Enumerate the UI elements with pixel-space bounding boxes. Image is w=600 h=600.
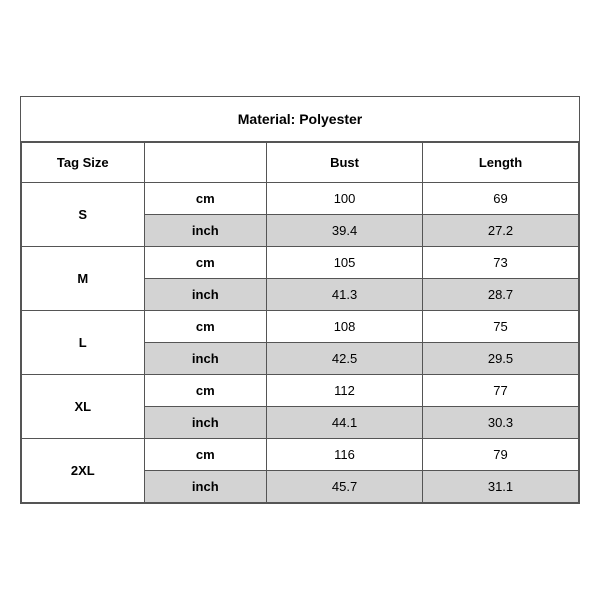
table-header-row: Tag Size Bust Length <box>22 143 579 183</box>
unit-inch: inch <box>144 343 267 375</box>
size-tag-s: S <box>22 183 145 247</box>
size-tag-2xl: 2XL <box>22 439 145 503</box>
header-unit <box>144 143 267 183</box>
unit-inch: inch <box>144 407 267 439</box>
cm-length-value: 79 <box>423 439 579 471</box>
header-length: Length <box>423 143 579 183</box>
table-row: 2XLcm11679 <box>22 439 579 471</box>
size-chart: Material: Polyester Tag Size Bust Length… <box>20 96 580 504</box>
inch-length-value: 30.3 <box>423 407 579 439</box>
table-row: Scm10069 <box>22 183 579 215</box>
title-text: Material: Polyester <box>238 111 363 127</box>
unit-cm: cm <box>144 247 267 279</box>
inch-bust-value: 44.1 <box>267 407 423 439</box>
inch-length-value: 29.5 <box>423 343 579 375</box>
size-tag-m: M <box>22 247 145 311</box>
unit-inch: inch <box>144 279 267 311</box>
inch-bust-value: 45.7 <box>267 471 423 503</box>
cm-length-value: 73 <box>423 247 579 279</box>
unit-inch: inch <box>144 215 267 247</box>
cm-bust-value: 100 <box>267 183 423 215</box>
size-tag-l: L <box>22 311 145 375</box>
unit-cm: cm <box>144 439 267 471</box>
unit-cm: cm <box>144 183 267 215</box>
cm-bust-value: 108 <box>267 311 423 343</box>
table-row: XLcm11277 <box>22 375 579 407</box>
inch-length-value: 31.1 <box>423 471 579 503</box>
chart-title: Material: Polyester <box>21 97 579 142</box>
table-row: Lcm10875 <box>22 311 579 343</box>
cm-length-value: 75 <box>423 311 579 343</box>
inch-bust-value: 39.4 <box>267 215 423 247</box>
cm-length-value: 77 <box>423 375 579 407</box>
cm-length-value: 69 <box>423 183 579 215</box>
cm-bust-value: 112 <box>267 375 423 407</box>
unit-cm: cm <box>144 375 267 407</box>
unit-inch: inch <box>144 471 267 503</box>
table-row: Mcm10573 <box>22 247 579 279</box>
inch-bust-value: 42.5 <box>267 343 423 375</box>
header-tag-size: Tag Size <box>22 143 145 183</box>
cm-bust-value: 105 <box>267 247 423 279</box>
inch-bust-value: 41.3 <box>267 279 423 311</box>
size-tag-xl: XL <box>22 375 145 439</box>
header-bust: Bust <box>267 143 423 183</box>
inch-length-value: 28.7 <box>423 279 579 311</box>
inch-length-value: 27.2 <box>423 215 579 247</box>
cm-bust-value: 116 <box>267 439 423 471</box>
size-table: Tag Size Bust Length Scm10069inch39.427.… <box>21 142 579 503</box>
unit-cm: cm <box>144 311 267 343</box>
